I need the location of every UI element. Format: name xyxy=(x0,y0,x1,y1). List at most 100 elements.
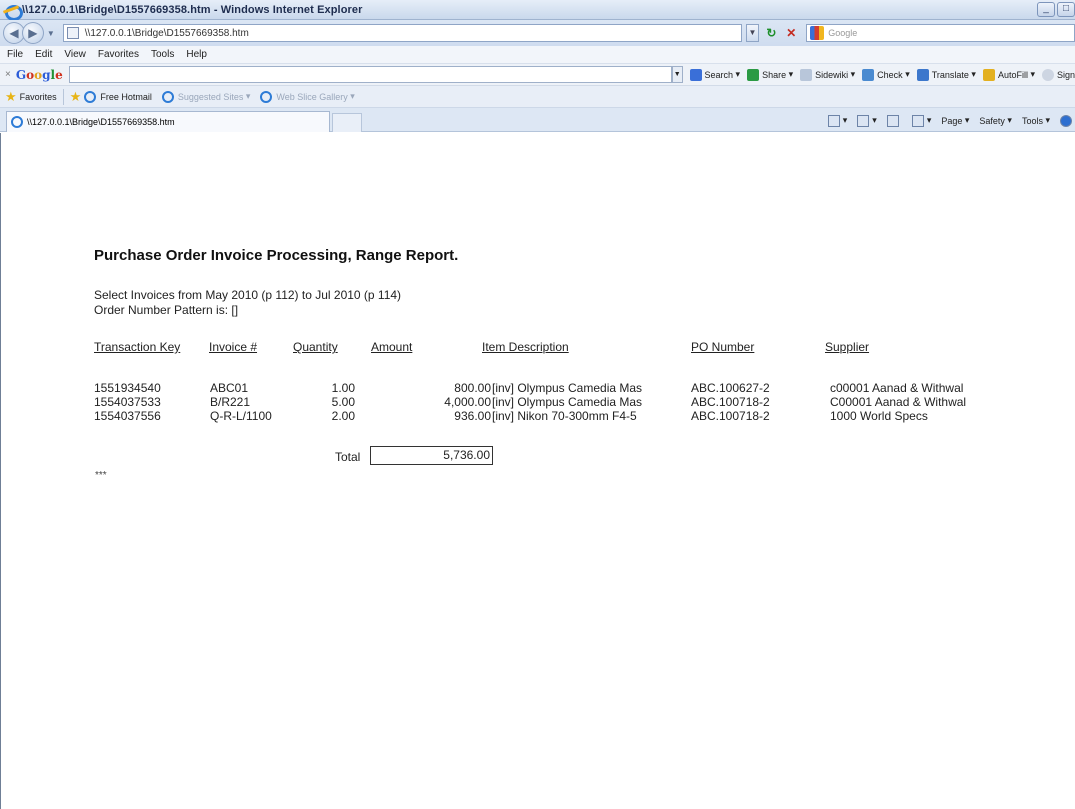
invoice-number: Q-R-L/1100 xyxy=(210,409,272,423)
order-pattern-description: Order Number Pattern is: [] xyxy=(94,303,239,317)
amount: 800.00 xyxy=(454,381,491,395)
header-po-number[interactable]: PO Number xyxy=(691,340,754,354)
header-quantity[interactable]: Quantity xyxy=(293,340,338,354)
header-amount[interactable]: Amount xyxy=(371,340,412,354)
search-input[interactable]: Google xyxy=(806,24,1075,42)
close-toolbar-icon[interactable]: × xyxy=(5,69,11,80)
home-icon xyxy=(827,114,840,127)
menu-help[interactable]: Help xyxy=(186,49,207,60)
refresh-icon[interactable]: ↻ xyxy=(762,24,780,42)
supplier: C00001 Aanad & Withwal xyxy=(830,395,967,409)
google-search-field[interactable] xyxy=(68,66,673,83)
page-icon xyxy=(66,27,79,39)
recent-pages-dropdown[interactable]: ▼ xyxy=(47,29,57,38)
transaction-key: 1554037556 xyxy=(94,409,161,423)
ie-page-icon xyxy=(260,90,273,103)
report-title: Purchase Order Invoice Processing, Range… xyxy=(94,247,459,264)
po-number: ABC.100718-2 xyxy=(691,409,770,423)
ie-page-icon xyxy=(161,90,174,103)
google-translate-button[interactable]: Translate ▾ xyxy=(916,68,976,81)
menu-file[interactable]: File xyxy=(7,49,23,60)
supplier: 1000 World Specs xyxy=(830,409,928,423)
favorite-link-suggested-sites[interactable]: Suggested Sites ▾ xyxy=(161,90,250,103)
user-icon xyxy=(1041,68,1054,81)
header-item-description[interactable]: Item Description xyxy=(482,340,569,354)
tools-menu-button[interactable]: Tools ▾ xyxy=(1022,115,1050,126)
google-toolbar: × Google ▼ Search ▾ Share ▾ Sidewiki ▾ C… xyxy=(0,64,1075,86)
menu-favorites[interactable]: Favorites xyxy=(98,49,139,60)
menu-edit[interactable]: Edit xyxy=(35,49,52,60)
command-bar: ▾ ▾ ▾ Page ▾ Safety ▾ Tools ▾ xyxy=(818,111,1075,130)
favorites-star-icon: ★ xyxy=(5,88,17,104)
help-button[interactable] xyxy=(1060,114,1075,127)
google-sidewiki-button[interactable]: Sidewiki ▾ xyxy=(800,68,855,81)
address-bar: ◀ ▶ ▼ \\127.0.0.1\Bridge\D1557669358.htm… xyxy=(0,20,1075,46)
print-button[interactable]: ▾ xyxy=(911,114,931,127)
total-label: Total xyxy=(335,450,361,464)
menu-view[interactable]: View xyxy=(64,49,86,60)
address-input[interactable]: \\127.0.0.1\Bridge\D1557669358.htm xyxy=(62,24,742,42)
google-signin-button[interactable]: Sign xyxy=(1041,68,1075,81)
quantity: 2.00 xyxy=(331,409,355,423)
help-icon xyxy=(1060,114,1072,127)
maximize-button[interactable]: □ xyxy=(1057,2,1075,17)
sidewiki-icon xyxy=(800,68,813,81)
stop-icon[interactable]: ✕ xyxy=(782,24,800,42)
tab-current-page[interactable]: \\127.0.0.1\Bridge\D1557669358.htm xyxy=(6,111,330,132)
header-invoice-number[interactable]: Invoice # xyxy=(209,340,257,354)
total-value: 5,736.00 xyxy=(370,446,493,465)
home-button[interactable]: ▾ xyxy=(827,114,847,127)
google-search-dropdown[interactable]: ▼ xyxy=(672,66,683,83)
favorites-button[interactable]: Favorites xyxy=(20,92,57,102)
ie-page-icon xyxy=(11,116,23,128)
item-description: [inv] Olympus Camedia Mas xyxy=(492,381,643,395)
mail-icon xyxy=(886,114,899,127)
address-dropdown-button[interactable]: ▼ xyxy=(745,24,760,42)
share-icon xyxy=(747,68,760,81)
po-number: ABC.100627-2 xyxy=(691,381,770,395)
quantity: 5.00 xyxy=(331,395,355,409)
search-icon xyxy=(689,68,702,81)
google-search-icon xyxy=(810,26,825,40)
menu-bar: File Edit View Favorites Tools Help xyxy=(0,46,1075,64)
add-favorites-icon[interactable]: ★ xyxy=(70,89,82,105)
spellcheck-icon xyxy=(862,68,875,81)
feeds-button[interactable]: ▾ xyxy=(857,114,877,127)
menu-tools[interactable]: Tools xyxy=(151,49,174,60)
invoice-number: ABC01 xyxy=(210,381,249,395)
header-supplier[interactable]: Supplier xyxy=(825,340,869,354)
google-autofill-button[interactable]: AutoFill ▾ xyxy=(982,68,1035,81)
google-check-button[interactable]: Check ▾ xyxy=(862,68,910,81)
forward-button[interactable]: ▶ xyxy=(21,22,44,44)
divider xyxy=(62,88,64,105)
title-bar: \\127.0.0.1\Bridge\D1557669358.htm - Win… xyxy=(0,0,1075,21)
selection-description: Select Invoices from May 2010 (p 112) to… xyxy=(94,288,402,302)
google-search-button[interactable]: Search ▾ xyxy=(689,68,740,81)
tab-title: \\127.0.0.1\Bridge\D1557669358.htm xyxy=(27,117,175,127)
translate-icon xyxy=(916,68,929,81)
autofill-icon xyxy=(982,68,995,81)
amount: 936.00 xyxy=(454,409,491,423)
end-of-report-marker: *** xyxy=(95,470,107,481)
page-content: Purchase Order Invoice Processing, Range… xyxy=(0,133,1075,809)
internet-explorer-icon xyxy=(4,3,23,21)
item-description: [inv] Olympus Camedia Mas xyxy=(492,395,643,409)
invoice-number: B/R221 xyxy=(210,395,251,409)
po-number: ABC.100718-2 xyxy=(691,395,770,409)
favorite-link-hotmail[interactable]: Free Hotmail xyxy=(84,90,152,103)
page-menu-button[interactable]: Page ▾ xyxy=(941,115,969,126)
safety-menu-button[interactable]: Safety ▾ xyxy=(979,115,1012,126)
ie-page-icon xyxy=(84,90,97,103)
new-tab-button[interactable] xyxy=(332,113,362,132)
google-logo: Google xyxy=(15,67,63,82)
window-title: \\127.0.0.1\Bridge\D1557669358.htm - Win… xyxy=(22,3,363,16)
favorite-link-web-slice-gallery[interactable]: Web Slice Gallery ▾ xyxy=(260,90,355,103)
amount: 4,000.00 xyxy=(444,395,491,409)
read-mail-button[interactable] xyxy=(886,114,902,127)
item-description: [inv] Nikon 70-300mm F4-5 xyxy=(492,409,637,423)
tab-row: \\127.0.0.1\Bridge\D1557669358.htm ▾ ▾ ▾… xyxy=(0,108,1075,132)
header-transaction-key[interactable]: Transaction Key xyxy=(94,340,180,354)
google-share-button[interactable]: Share ▾ xyxy=(747,68,793,81)
minimize-button[interactable]: _ xyxy=(1037,2,1055,17)
print-icon xyxy=(911,114,924,127)
